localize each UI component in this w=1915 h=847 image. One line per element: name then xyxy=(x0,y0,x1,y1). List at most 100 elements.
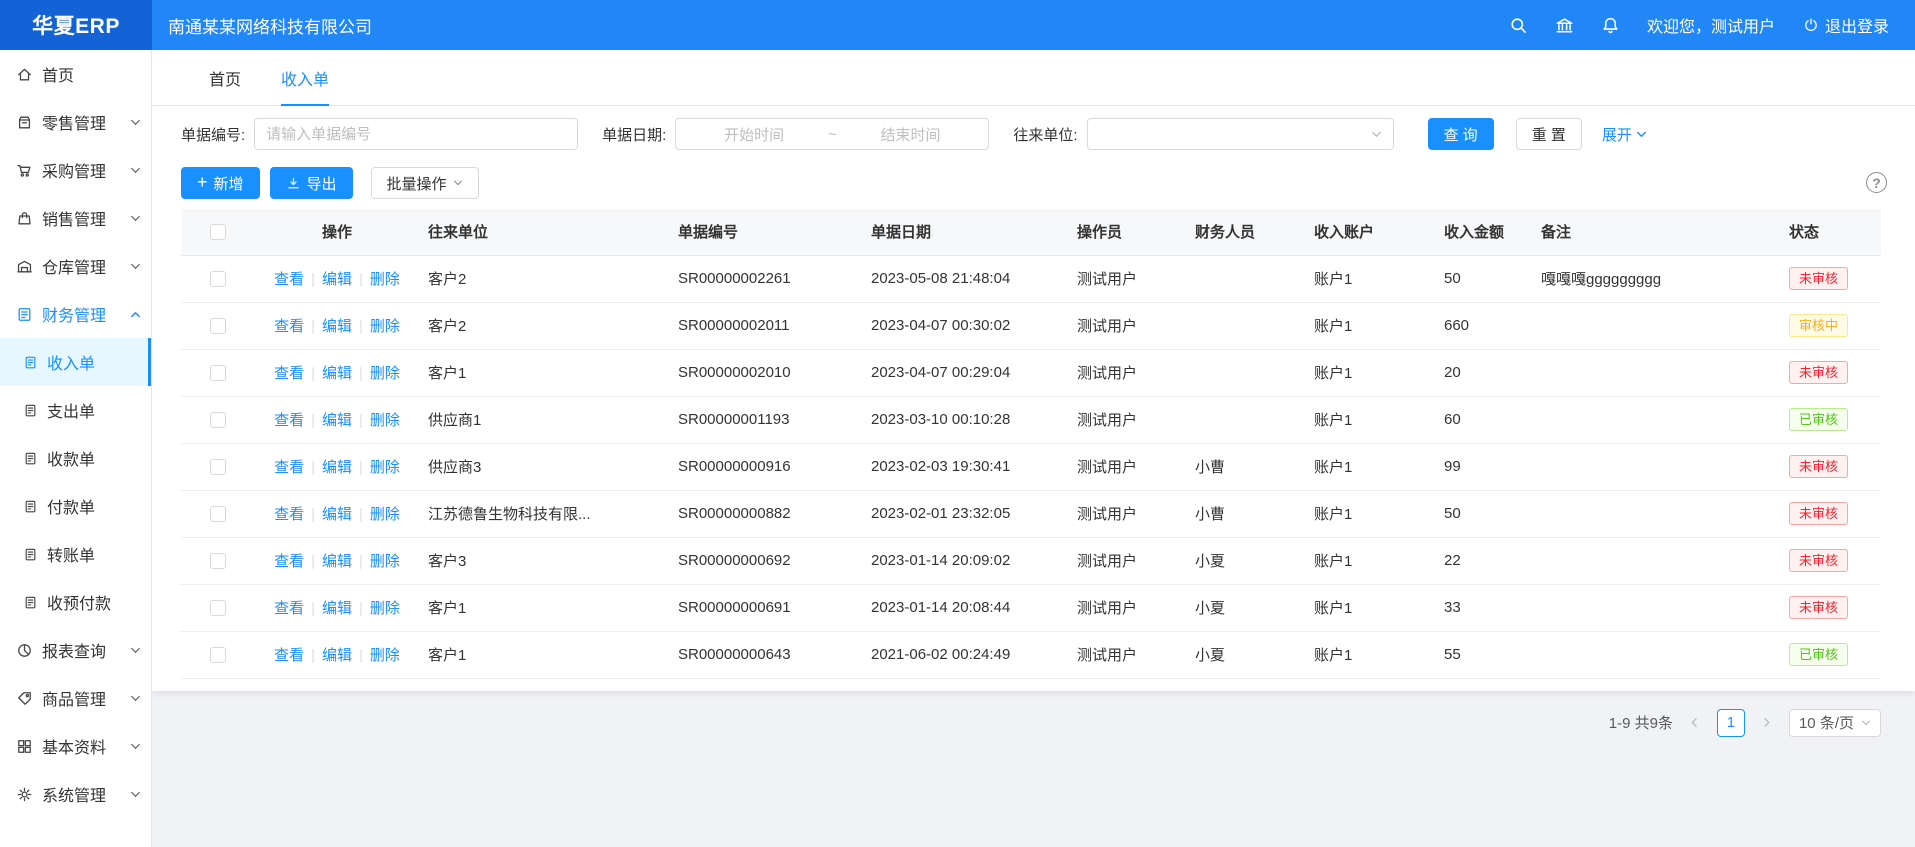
help-icon[interactable]: ? xyxy=(1866,172,1887,193)
sidebar-item-advance[interactable]: 收预付款 xyxy=(0,578,151,626)
tab-home[interactable]: 首页 xyxy=(209,50,241,105)
bill-number-input[interactable] xyxy=(254,118,578,150)
edit-link[interactable]: 编辑 xyxy=(322,412,352,429)
search-button[interactable]: 查 询 xyxy=(1428,118,1494,150)
delete-link[interactable]: 删除 xyxy=(370,459,400,476)
filter-bar: 单据编号: 单据日期: 开始时间 ~ 结束时间 往来单位: 查 询 重 置 展 xyxy=(181,118,1881,150)
prev-page-button[interactable] xyxy=(1682,710,1708,736)
view-link[interactable]: 查看 xyxy=(274,318,304,335)
edit-link[interactable]: 编辑 xyxy=(322,459,352,476)
sidebar-item-purchase[interactable]: 采购管理 xyxy=(0,146,151,194)
expand-link[interactable]: 展开 xyxy=(1602,124,1647,145)
remark-cell xyxy=(1533,490,1781,537)
edit-link[interactable]: 编辑 xyxy=(322,553,352,570)
sidebar-item-goods[interactable]: 商品管理 xyxy=(0,674,151,722)
row-checkbox[interactable] xyxy=(210,365,226,381)
row-checkbox[interactable] xyxy=(210,506,226,522)
search-icon[interactable] xyxy=(1509,16,1528,35)
reset-button[interactable]: 重 置 xyxy=(1516,118,1582,150)
finance-icon xyxy=(16,306,33,323)
delete-link[interactable]: 删除 xyxy=(370,553,400,570)
page-size-select[interactable]: 10 条/页 xyxy=(1789,709,1881,737)
select-all-checkbox[interactable] xyxy=(210,224,226,240)
row-checkbox[interactable] xyxy=(210,318,226,334)
number-cell: SR00000000691 xyxy=(670,584,863,631)
date-range-picker[interactable]: 开始时间 ~ 结束时间 xyxy=(675,118,989,150)
row-checkbox[interactable] xyxy=(210,459,226,475)
delete-link[interactable]: 删除 xyxy=(370,412,400,429)
sidebar-item-warehouse[interactable]: 仓库管理 xyxy=(0,242,151,290)
number-cell: SR00000002010 xyxy=(670,349,863,396)
date-end-placeholder: 结束时间 xyxy=(843,124,979,145)
table-row: 查看|编辑|删除客户2SR000000020112023-04-07 00:30… xyxy=(181,302,1881,349)
amount-cell: 55 xyxy=(1436,631,1533,678)
date-cell: 2023-03-10 00:10:28 xyxy=(863,396,1069,443)
view-link[interactable]: 查看 xyxy=(274,647,304,664)
remark-cell xyxy=(1533,396,1781,443)
partner-select[interactable] xyxy=(1087,118,1394,150)
sidebar-item-basic[interactable]: 基本资料 xyxy=(0,722,151,770)
sidebar-item-report[interactable]: 报表查询 xyxy=(0,626,151,674)
row-checkbox[interactable] xyxy=(210,553,226,569)
delete-link[interactable]: 删除 xyxy=(370,647,400,664)
view-link[interactable]: 查看 xyxy=(274,412,304,429)
notification-bell-icon[interactable] xyxy=(1601,16,1620,35)
edit-link[interactable]: 编辑 xyxy=(322,271,352,288)
amount-cell: 22 xyxy=(1436,537,1533,584)
edit-link[interactable]: 编辑 xyxy=(322,647,352,664)
sidebar-item-sales[interactable]: 销售管理 xyxy=(0,194,151,242)
delete-link[interactable]: 删除 xyxy=(370,506,400,523)
table-row: 查看|编辑|删除供应商3SR000000009162023-02-03 19:3… xyxy=(181,443,1881,490)
operator-cell: 测试用户 xyxy=(1069,631,1187,678)
sidebar-item-system[interactable]: 系统管理 xyxy=(0,770,151,818)
sidebar-item-payment[interactable]: 付款单 xyxy=(0,482,151,530)
view-link[interactable]: 查看 xyxy=(274,553,304,570)
add-button[interactable]: + 新增 xyxy=(181,167,260,199)
view-link[interactable]: 查看 xyxy=(274,459,304,476)
amount-cell: 660 xyxy=(1436,302,1533,349)
table-row: 查看|编辑|删除客户2SR000000022612023-05-08 21:48… xyxy=(181,255,1881,302)
tab-income[interactable]: 收入单 xyxy=(281,50,329,105)
delete-link[interactable]: 删除 xyxy=(370,365,400,382)
batch-operations-button[interactable]: 批量操作 xyxy=(371,167,479,199)
view-link[interactable]: 查看 xyxy=(274,600,304,617)
partner-cell: 客户2 xyxy=(420,302,670,349)
status-badge: 未审核 xyxy=(1789,502,1848,526)
sidebar-item-expense[interactable]: 支出单 xyxy=(0,386,151,434)
bank-icon[interactable] xyxy=(1555,16,1574,35)
logout-button[interactable]: 退出登录 xyxy=(1803,13,1889,37)
column-header: 状态 xyxy=(1781,209,1881,255)
sidebar-item-home[interactable]: 首页 xyxy=(0,50,151,98)
next-page-button[interactable] xyxy=(1754,710,1780,736)
partner-cell: 客户3 xyxy=(420,537,670,584)
export-button[interactable]: 导出 xyxy=(270,167,353,199)
table-row: 查看|编辑|删除客户1SR000000020102023-04-07 00:29… xyxy=(181,349,1881,396)
row-checkbox[interactable] xyxy=(210,271,226,287)
sidebar-item-finance[interactable]: 财务管理 xyxy=(0,290,151,338)
status-cell: 未审核 xyxy=(1781,255,1881,302)
view-link[interactable]: 查看 xyxy=(274,271,304,288)
edit-link[interactable]: 编辑 xyxy=(322,600,352,617)
sidebar-item-transfer[interactable]: 转账单 xyxy=(0,530,151,578)
amount-cell: 50 xyxy=(1436,255,1533,302)
sidebar-item-retail[interactable]: 零售管理 xyxy=(0,98,151,146)
edit-link[interactable]: 编辑 xyxy=(322,365,352,382)
sales-icon xyxy=(16,210,33,227)
view-link[interactable]: 查看 xyxy=(274,365,304,382)
logout-label: 退出登录 xyxy=(1825,13,1889,37)
row-checkbox[interactable] xyxy=(210,647,226,663)
row-checkbox[interactable] xyxy=(210,600,226,616)
delete-link[interactable]: 删除 xyxy=(370,318,400,335)
row-checkbox[interactable] xyxy=(210,412,226,428)
delete-link[interactable]: 删除 xyxy=(370,600,400,617)
view-link[interactable]: 查看 xyxy=(274,506,304,523)
page-1-button[interactable]: 1 xyxy=(1717,709,1745,737)
status-badge: 审核中 xyxy=(1789,314,1848,338)
edit-link[interactable]: 编辑 xyxy=(322,506,352,523)
download-icon xyxy=(286,176,301,191)
delete-link[interactable]: 删除 xyxy=(370,271,400,288)
sidebar-item-receipt[interactable]: 收款单 xyxy=(0,434,151,482)
edit-link[interactable]: 编辑 xyxy=(322,318,352,335)
app-logo[interactable]: 华夏ERP xyxy=(0,0,152,50)
sidebar-item-income[interactable]: 收入单 xyxy=(0,338,151,386)
